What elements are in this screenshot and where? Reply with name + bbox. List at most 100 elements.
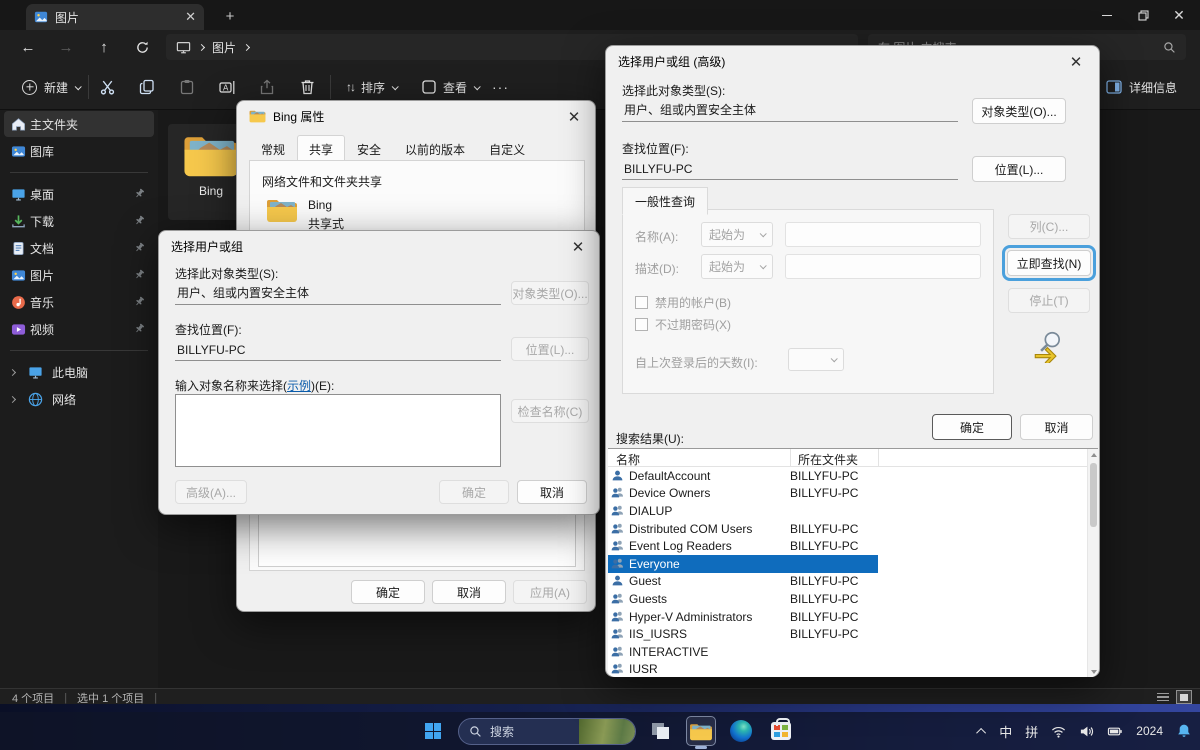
new-tab-button[interactable]: + — [218, 5, 242, 27]
columns-button[interactable]: 列(C)... — [1008, 214, 1090, 239]
expand-chevron-icon[interactable] — [9, 368, 16, 375]
result-row[interactable]: DIALUP — [608, 502, 878, 520]
cancel-button[interactable]: 取消 — [1020, 414, 1093, 440]
sidebar-item-videos[interactable]: 视频 — [4, 316, 154, 342]
sidebar-item-music[interactable]: 音乐 — [4, 289, 154, 315]
object-types-button[interactable]: 对象类型(O)... — [511, 281, 589, 305]
tab-close-icon[interactable]: ✕ — [185, 9, 196, 25]
result-row[interactable]: INTERACTIVE — [608, 643, 878, 661]
close-dialog-button[interactable]: ✕ — [563, 107, 585, 127]
locations-button[interactable]: 位置(L)... — [972, 156, 1066, 182]
speaker-icon[interactable] — [1079, 724, 1094, 739]
result-row[interactable]: Distributed COM Users BILLYFU-PC — [608, 520, 878, 538]
clock[interactable]: 2024 — [1136, 725, 1163, 737]
sidebar-item-downloads[interactable]: 下载 — [4, 208, 154, 234]
description-query-input[interactable] — [785, 254, 981, 279]
group-icon — [610, 610, 625, 623]
result-row[interactable]: Event Log Readers BILLYFU-PC — [608, 537, 878, 555]
expand-chevron-icon[interactable] — [9, 395, 16, 402]
column-folder[interactable]: 所在文件夹 — [798, 451, 858, 468]
sidebar-item-documents[interactable]: 文档 — [4, 235, 154, 261]
find-now-button[interactable]: 立即查找(N) — [1007, 250, 1091, 276]
copy-button[interactable] — [132, 72, 162, 102]
delete-button[interactable] — [292, 72, 322, 102]
examples-link[interactable]: 示例 — [287, 379, 311, 393]
bing-daily-image[interactable] — [579, 718, 635, 745]
battery-icon[interactable] — [1107, 724, 1123, 739]
taskbar-edge[interactable] — [726, 716, 756, 746]
view-button[interactable]: 查看 — [414, 72, 487, 102]
apply-button[interactable]: 应用(A) — [513, 580, 587, 604]
close-dialog-button[interactable]: ✕ — [567, 237, 589, 257]
find-now-graphic-icon — [1030, 329, 1066, 363]
breadcrumb-pictures[interactable]: 图片 — [212, 39, 236, 56]
group-icon — [610, 557, 625, 570]
details-view-toggle[interactable] — [1156, 691, 1170, 703]
object-types-button[interactable]: 对象类型(O)... — [972, 98, 1066, 124]
non-expiring-password-checkbox[interactable]: 不过期密码(X) — [635, 316, 731, 333]
sidebar-item-pictures[interactable]: 图片 — [4, 262, 154, 288]
task-view-button[interactable] — [646, 716, 676, 746]
sidebar-item-network[interactable]: 网络 — [4, 386, 154, 412]
description-condition-dropdown[interactable]: 起始为 — [701, 254, 773, 279]
taskbar-store[interactable] — [766, 716, 796, 746]
share-button[interactable] — [252, 72, 282, 102]
sidebar-item-desktop[interactable]: 桌面 — [4, 181, 154, 207]
rename-button[interactable]: A — [212, 72, 242, 102]
sort-button[interactable]: ↑↓ 排序 — [338, 72, 405, 102]
result-row[interactable]: Everyone — [608, 555, 878, 573]
checkbox-icon — [635, 318, 648, 331]
name-condition-dropdown[interactable]: 起始为 — [701, 222, 773, 247]
locations-button[interactable]: 位置(L)... — [511, 337, 589, 361]
days-since-logon-dropdown[interactable] — [788, 348, 844, 371]
disabled-accounts-checkbox[interactable]: 禁用的帐户(B) — [635, 294, 731, 311]
ok-button[interactable]: 确定 — [439, 480, 509, 504]
ok-button[interactable]: 确定 — [932, 414, 1012, 440]
close-dialog-button[interactable]: ✕ — [1065, 52, 1087, 72]
results-scrollbar[interactable] — [1087, 449, 1098, 677]
result-row[interactable]: IIS_IUSRS BILLYFU-PC — [608, 625, 878, 643]
more-options-button[interactable]: ··· — [484, 72, 517, 102]
explorer-tab-pictures[interactable]: 图片 ✕ — [26, 4, 204, 30]
sidebar-item-this-pc[interactable]: 此电脑 — [4, 359, 154, 385]
hidden-icons-chevron[interactable] — [976, 727, 986, 737]
restore-button[interactable] — [1126, 0, 1160, 30]
details-pane-button[interactable]: 详细信息 — [1098, 72, 1185, 102]
result-row[interactable]: IUSR — [608, 661, 878, 677]
cut-button[interactable] — [92, 72, 122, 102]
sidebar-item-home[interactable]: 主文件夹 — [4, 111, 154, 137]
advanced-button[interactable]: 高级(A)... — [175, 480, 247, 504]
ok-button[interactable]: 确定 — [351, 580, 425, 604]
taskbar-file-explorer[interactable] — [686, 716, 716, 746]
result-row[interactable]: Device Owners BILLYFU-PC — [608, 485, 878, 503]
paste-button[interactable] — [172, 72, 202, 102]
minimize-button[interactable] — [1090, 0, 1124, 30]
ime-language[interactable]: 中 — [999, 722, 1012, 741]
column-name[interactable]: 名称 — [616, 451, 640, 468]
result-row[interactable]: Hyper-V Administrators BILLYFU-PC — [608, 608, 878, 626]
ime-mode[interactable]: 拼 — [1025, 722, 1038, 741]
result-row[interactable]: DefaultAccount BILLYFU-PC — [608, 467, 878, 485]
wifi-icon[interactable] — [1051, 724, 1066, 739]
new-button[interactable]: 新建 — [14, 72, 88, 102]
sidebar-item-gallery[interactable]: 图库 — [4, 138, 154, 164]
back-button[interactable]: ← — [14, 33, 42, 61]
up-button[interactable]: ↑ — [90, 33, 118, 61]
check-names-button[interactable]: 检查名称(C) — [511, 399, 589, 423]
forward-button[interactable]: → — [52, 33, 80, 61]
common-queries-tab[interactable]: 一般性查询 — [622, 187, 708, 215]
result-row[interactable]: Guests BILLYFU-PC — [608, 590, 878, 608]
object-names-input[interactable] — [175, 394, 501, 467]
cancel-button[interactable]: 取消 — [432, 580, 506, 604]
thumbnail-view-toggle[interactable] — [1176, 690, 1192, 704]
cancel-button[interactable]: 取消 — [517, 480, 587, 504]
name-query-input[interactable] — [785, 222, 981, 247]
stop-button[interactable]: 停止(T) — [1008, 288, 1090, 313]
result-row[interactable]: Guest BILLYFU-PC — [608, 573, 878, 591]
start-button[interactable] — [418, 716, 448, 746]
notification-bell-icon[interactable] — [1176, 723, 1192, 739]
refresh-button[interactable] — [128, 33, 156, 61]
close-window-button[interactable]: ✕ — [1162, 0, 1196, 30]
taskbar-search-input[interactable]: 搜索 — [458, 718, 636, 745]
search-results-list: 名称 所在文件夹 DefaultAccount BILLYFU-PC Devic… — [608, 448, 1098, 677]
